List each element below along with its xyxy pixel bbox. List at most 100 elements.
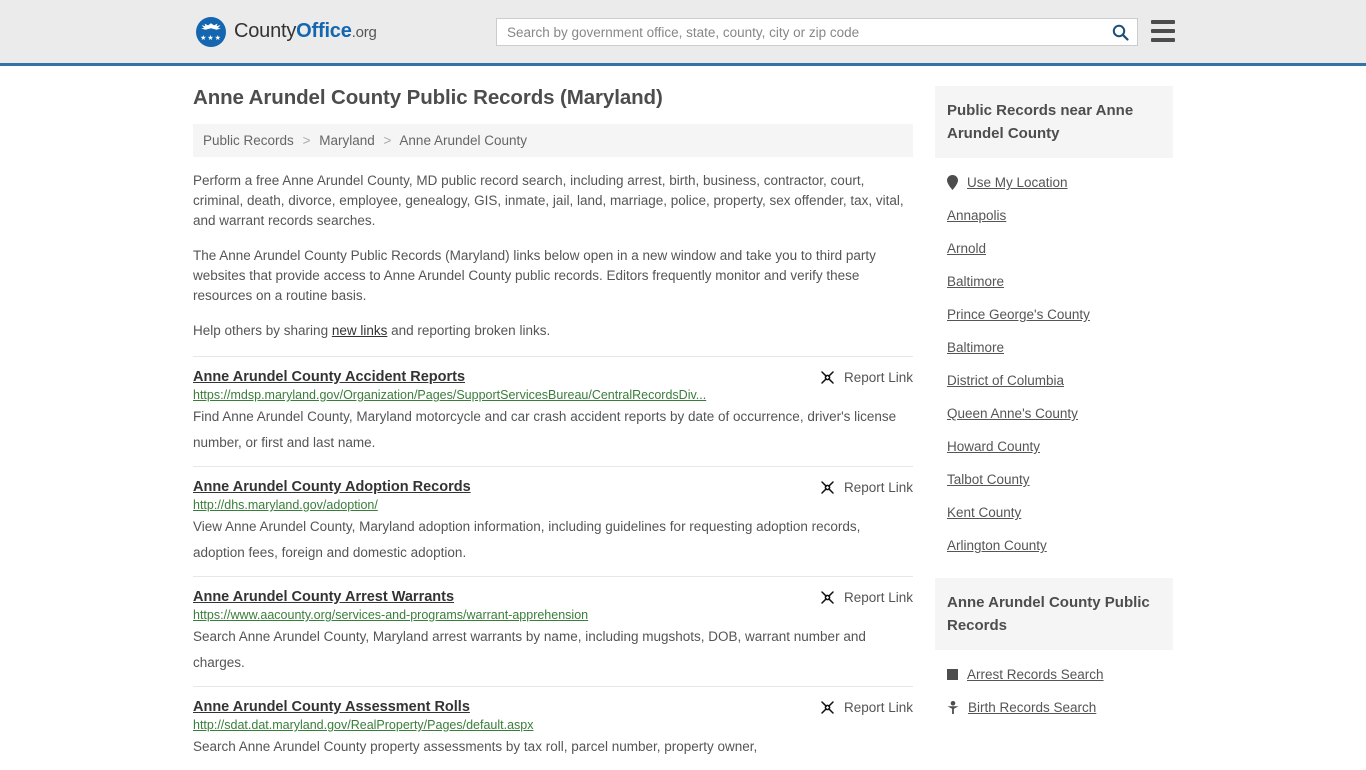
list-item[interactable]: Talbot County [935, 463, 1173, 496]
record-description: Search Anne Arundel County, Maryland arr… [193, 629, 866, 670]
breadcrumb-item-anne-arundel-county[interactable]: Anne Arundel County [399, 133, 527, 148]
list-item[interactable]: Arlington County [935, 529, 1173, 562]
intro-paragraph-2: The Anne Arundel County Public Records (… [193, 248, 876, 303]
logo-text-part3: .org [351, 24, 377, 41]
record-title-link[interactable]: Anne Arundel County Assessment Rolls [193, 699, 470, 715]
birth-records-search-link[interactable]: Birth Records Search [968, 700, 1096, 715]
breadcrumb-item-maryland[interactable]: Maryland [319, 133, 375, 148]
sidebar: Public Records near Anne Arundel County … [935, 86, 1173, 770]
nearby-link-prince-georges-county[interactable]: Prince George's County [947, 307, 1090, 322]
record-header: Anne Arundel County Adoption Records Rep… [193, 479, 913, 495]
list-item[interactable]: Howard County [935, 430, 1173, 463]
record-url[interactable]: https://www.aacounty.org/services-and-pr… [193, 608, 913, 622]
record-title-link[interactable]: Anne Arundel County Arrest Warrants [193, 589, 454, 605]
nearby-link-kent-county[interactable]: Kent County [947, 505, 1021, 520]
nearby-records-list: Use My Location Annapolis Arnold Baltimo… [935, 158, 1173, 562]
list-item[interactable]: Annapolis [935, 199, 1173, 232]
report-link-label: Report Link [843, 480, 913, 495]
search-button[interactable] [1103, 19, 1137, 45]
record-item: Anne Arundel County Accident Reports Rep… [193, 356, 913, 466]
record-url[interactable]: http://dhs.maryland.gov/adoption/ [193, 498, 913, 512]
eagle-icon [201, 22, 221, 30]
breadcrumb-separator: > [383, 133, 392, 148]
hamburger-bar [1151, 20, 1175, 24]
stars-icon: ★★★ [200, 34, 222, 42]
record-description: Find Anne Arundel County, Maryland motor… [193, 409, 897, 450]
record-header: Anne Arundel County Assessment Rolls Rep… [193, 699, 913, 715]
breadcrumb: Public Records > Maryland > Anne Arundel… [193, 124, 913, 157]
list-item[interactable]: Use My Location [935, 166, 1173, 199]
report-link-button[interactable]: Report Link [820, 590, 913, 605]
baby-icon [947, 701, 959, 714]
nearby-link-arlington-county[interactable]: Arlington County [947, 538, 1047, 553]
report-link-button[interactable]: Report Link [820, 480, 913, 495]
nearby-records-card: Public Records near Anne Arundel County … [935, 86, 1173, 562]
breadcrumb-item-public-records[interactable]: Public Records [203, 133, 294, 148]
intro-text: Perform a free Anne Arundel County, MD p… [193, 171, 913, 341]
county-records-heading: Anne Arundel County Public Records [935, 578, 1173, 650]
report-link-label: Report Link [843, 590, 913, 605]
list-item[interactable]: District of Columbia [935, 364, 1173, 397]
nearby-link-annapolis[interactable]: Annapolis [947, 208, 1006, 223]
list-item[interactable]: Baltimore [935, 331, 1173, 364]
broken-link-icon [821, 371, 834, 384]
breadcrumb-separator: > [302, 133, 311, 148]
list-item[interactable]: Arrest Records Search [935, 658, 1173, 691]
record-url[interactable]: http://sdat.dat.maryland.gov/RealPropert… [193, 718, 913, 732]
nearby-link-howard-county[interactable]: Howard County [947, 439, 1040, 454]
broken-link-icon [821, 701, 834, 714]
list-item[interactable]: Kent County [935, 496, 1173, 529]
record-header: Anne Arundel County Accident Reports Rep… [193, 369, 913, 385]
list-item[interactable]: Arnold [935, 232, 1173, 265]
arrest-records-search-link[interactable]: Arrest Records Search [967, 667, 1104, 682]
broken-link-icon [821, 591, 834, 604]
report-link-button[interactable]: Report Link [820, 700, 913, 715]
list-item[interactable]: Prince George's County [935, 298, 1173, 331]
main-content: Anne Arundel County Public Records (Mary… [193, 86, 913, 770]
fingerprint-square-icon [947, 669, 958, 680]
site-logo[interactable]: ★★★ CountyOffice.org [196, 16, 377, 47]
use-my-location-link[interactable]: Use My Location [967, 175, 1068, 190]
nearby-link-baltimore-2[interactable]: Baltimore [947, 340, 1004, 355]
nearby-records-heading: Public Records near Anne Arundel County [935, 86, 1173, 158]
intro-paragraph-3: Help others by sharing new links and rep… [193, 321, 913, 341]
record-item: Anne Arundel County Adoption Records Rep… [193, 466, 913, 576]
logo-text-part1: County [234, 20, 297, 42]
hamburger-bar [1151, 38, 1175, 42]
intro-p3-suffix: and reporting broken links. [387, 323, 551, 338]
nearby-link-baltimore[interactable]: Baltimore [947, 274, 1004, 289]
site-header: ★★★ CountyOffice.org [0, 0, 1366, 66]
hamburger-menu-icon[interactable] [1151, 20, 1175, 42]
record-item: Anne Arundel County Arrest Warrants Repo… [193, 576, 913, 686]
eagle-seal-icon: ★★★ [196, 16, 226, 47]
search-icon [1112, 24, 1129, 41]
map-pin-icon [947, 175, 958, 190]
intro-p3-prefix: Help others by sharing [193, 323, 332, 338]
county-records-card: Anne Arundel County Public Records Arres… [935, 578, 1173, 724]
logo-text: CountyOffice.org [234, 20, 377, 43]
nearby-link-talbot-county[interactable]: Talbot County [947, 472, 1030, 487]
broken-link-icon [821, 481, 834, 494]
new-links-link[interactable]: new links [332, 323, 388, 338]
county-records-list: Arrest Records Search Birth Records Sear… [935, 650, 1173, 724]
list-item[interactable]: Baltimore [935, 265, 1173, 298]
page-container: Anne Arundel County Public Records (Mary… [193, 66, 1173, 770]
intro-paragraph-1: Perform a free Anne Arundel County, MD p… [193, 173, 904, 228]
hamburger-bar [1151, 29, 1175, 33]
search-bar[interactable] [496, 18, 1138, 46]
page-title: Anne Arundel County Public Records (Mary… [193, 86, 663, 109]
record-title-link[interactable]: Anne Arundel County Accident Reports [193, 369, 465, 385]
report-link-label: Report Link [843, 700, 913, 715]
nearby-link-queen-annes-county[interactable]: Queen Anne's County [947, 406, 1078, 421]
list-item[interactable]: Queen Anne's County [935, 397, 1173, 430]
record-url[interactable]: https://mdsp.maryland.gov/Organization/P… [193, 388, 913, 402]
search-input[interactable] [497, 24, 1103, 40]
record-description: View Anne Arundel County, Maryland adopt… [193, 519, 861, 560]
nearby-link-district-of-columbia[interactable]: District of Columbia [947, 373, 1064, 388]
logo-text-part2: Office [296, 20, 352, 42]
record-title-link[interactable]: Anne Arundel County Adoption Records [193, 479, 471, 495]
report-link-button[interactable]: Report Link [820, 370, 913, 385]
nearby-link-arnold[interactable]: Arnold [947, 241, 986, 256]
list-item[interactable]: Birth Records Search [935, 691, 1173, 724]
record-description: Search Anne Arundel County property asse… [193, 739, 758, 754]
